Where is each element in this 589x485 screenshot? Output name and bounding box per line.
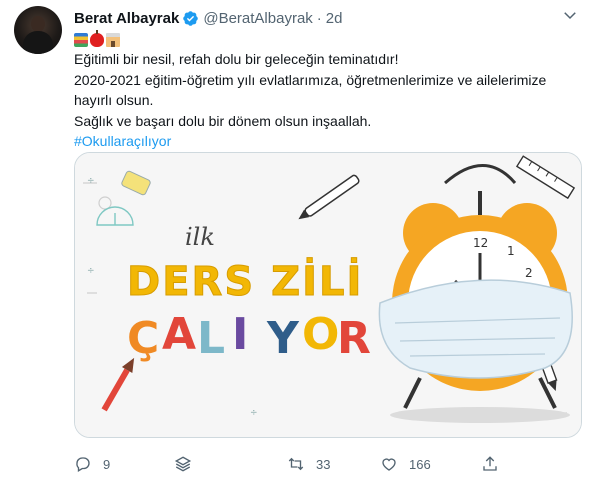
subline-letter: Ç (127, 313, 159, 364)
subline-letter: A (162, 309, 196, 360)
retweet-button[interactable]: 33 (287, 455, 330, 473)
apple-emoji (90, 30, 104, 47)
separator-dot: · (316, 9, 322, 27)
svg-text:÷: ÷ (87, 266, 95, 276)
subline-letter: L (197, 313, 225, 364)
like-icon (382, 458, 396, 471)
like-button[interactable]: 166 (380, 455, 431, 473)
author-avatar[interactable] (14, 6, 62, 54)
emoji-row (74, 30, 120, 48)
reply-button[interactable]: 9 (74, 455, 110, 473)
subline-letter: I (232, 309, 248, 360)
like-count: 166 (409, 456, 431, 472)
share-button[interactable] (481, 455, 499, 473)
clock-number-2: 2 (525, 266, 533, 280)
retweet-icon (288, 457, 304, 471)
retweet-count: 33 (316, 456, 331, 472)
hashtag-link[interactable]: #Okullaraçılıyor (74, 133, 171, 149)
subline-letter: R (337, 313, 371, 364)
stack-icon (174, 456, 192, 472)
subline-letter: O (302, 309, 339, 360)
share-icon (483, 456, 497, 471)
ilk-script-text: ilk (185, 223, 215, 251)
layers-button[interactable] (174, 455, 192, 473)
tweet-text: Eğitimli bir nesil, refah dolu bir gelec… (74, 49, 579, 152)
tweet-line: 2020-2021 eğitim-öğretim yılı evlatlarım… (74, 71, 547, 109)
books-emoji (74, 33, 88, 47)
reply-count: 9 (103, 456, 111, 472)
tweet-line: Sağlık ve başarı dolu bir dönem olsun in… (74, 112, 372, 129)
ders-zili-illustration: ÷ ÷ ÷ ilk DERS ZİLİ Ç A L I Y OR 12 1 2 (75, 153, 581, 437)
svg-text:÷: ÷ (250, 408, 258, 418)
reply-icon (76, 457, 90, 472)
svg-text:÷: ÷ (87, 176, 95, 186)
tweet-header: Berat Albayrak @BeratAlbayrak · 2d (74, 8, 579, 28)
tweet-image[interactable]: ÷ ÷ ÷ ilk DERS ZİLİ ÇALIYOR 12 1 2 (74, 152, 582, 438)
clock-number-1: 1 (507, 244, 515, 258)
school-emoji (106, 33, 120, 47)
avatar-body-shape (23, 31, 53, 54)
tweet-line: Eğitimli bir nesil, refah dolu bir gelec… (74, 51, 399, 67)
author-name[interactable]: Berat Albayrak (74, 10, 179, 27)
subline-letter: Y (266, 313, 300, 364)
tweet-actions: 9 33 166 (74, 455, 504, 475)
clock-number-12: 12 (473, 236, 488, 250)
author-handle[interactable]: @BeratAlbayrak (203, 10, 312, 27)
verified-badge-icon (183, 10, 199, 26)
caret-down-icon[interactable] (561, 6, 579, 24)
ders-zili-headline: DERS ZİLİ (127, 257, 363, 305)
avatar-head-shape (31, 16, 45, 32)
tweet-time[interactable]: 2d (326, 10, 343, 27)
